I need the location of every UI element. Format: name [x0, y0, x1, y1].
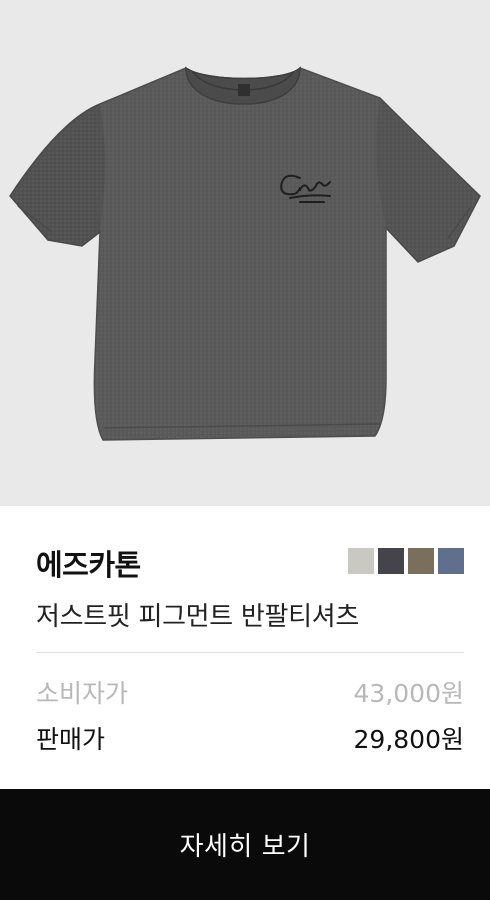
- view-details-button[interactable]: 자세히 보기: [0, 789, 490, 900]
- color-swatch-blue[interactable]: [438, 548, 464, 574]
- retail-price-row: 소비자가 43,000원: [36, 674, 464, 710]
- retail-price-value: 43,000원: [353, 679, 464, 708]
- product-image[interactable]: [0, 0, 490, 506]
- retail-price-label: 소비자가: [36, 679, 129, 708]
- product-card[interactable]: 에즈카톤 저스트핏 피그먼트 반팔티셔츠 소비자가 43,000원 판매가 29…: [0, 0, 490, 900]
- color-swatch-charcoal[interactable]: [378, 548, 404, 574]
- sale-price-value: 29,800원: [353, 725, 464, 754]
- color-swatches: [348, 548, 464, 574]
- tshirt-image-icon: [9, 66, 481, 441]
- brand-name: 에즈카톤: [36, 548, 141, 582]
- color-swatch-light-gray[interactable]: [348, 548, 374, 574]
- color-swatch-khaki[interactable]: [408, 548, 434, 574]
- product-name[interactable]: 저스트핏 피그먼트 반팔티셔츠: [36, 596, 359, 633]
- sale-price-row: 판매가 29,800원: [36, 720, 464, 756]
- divider: [36, 652, 464, 653]
- sale-price-label: 판매가: [36, 725, 106, 754]
